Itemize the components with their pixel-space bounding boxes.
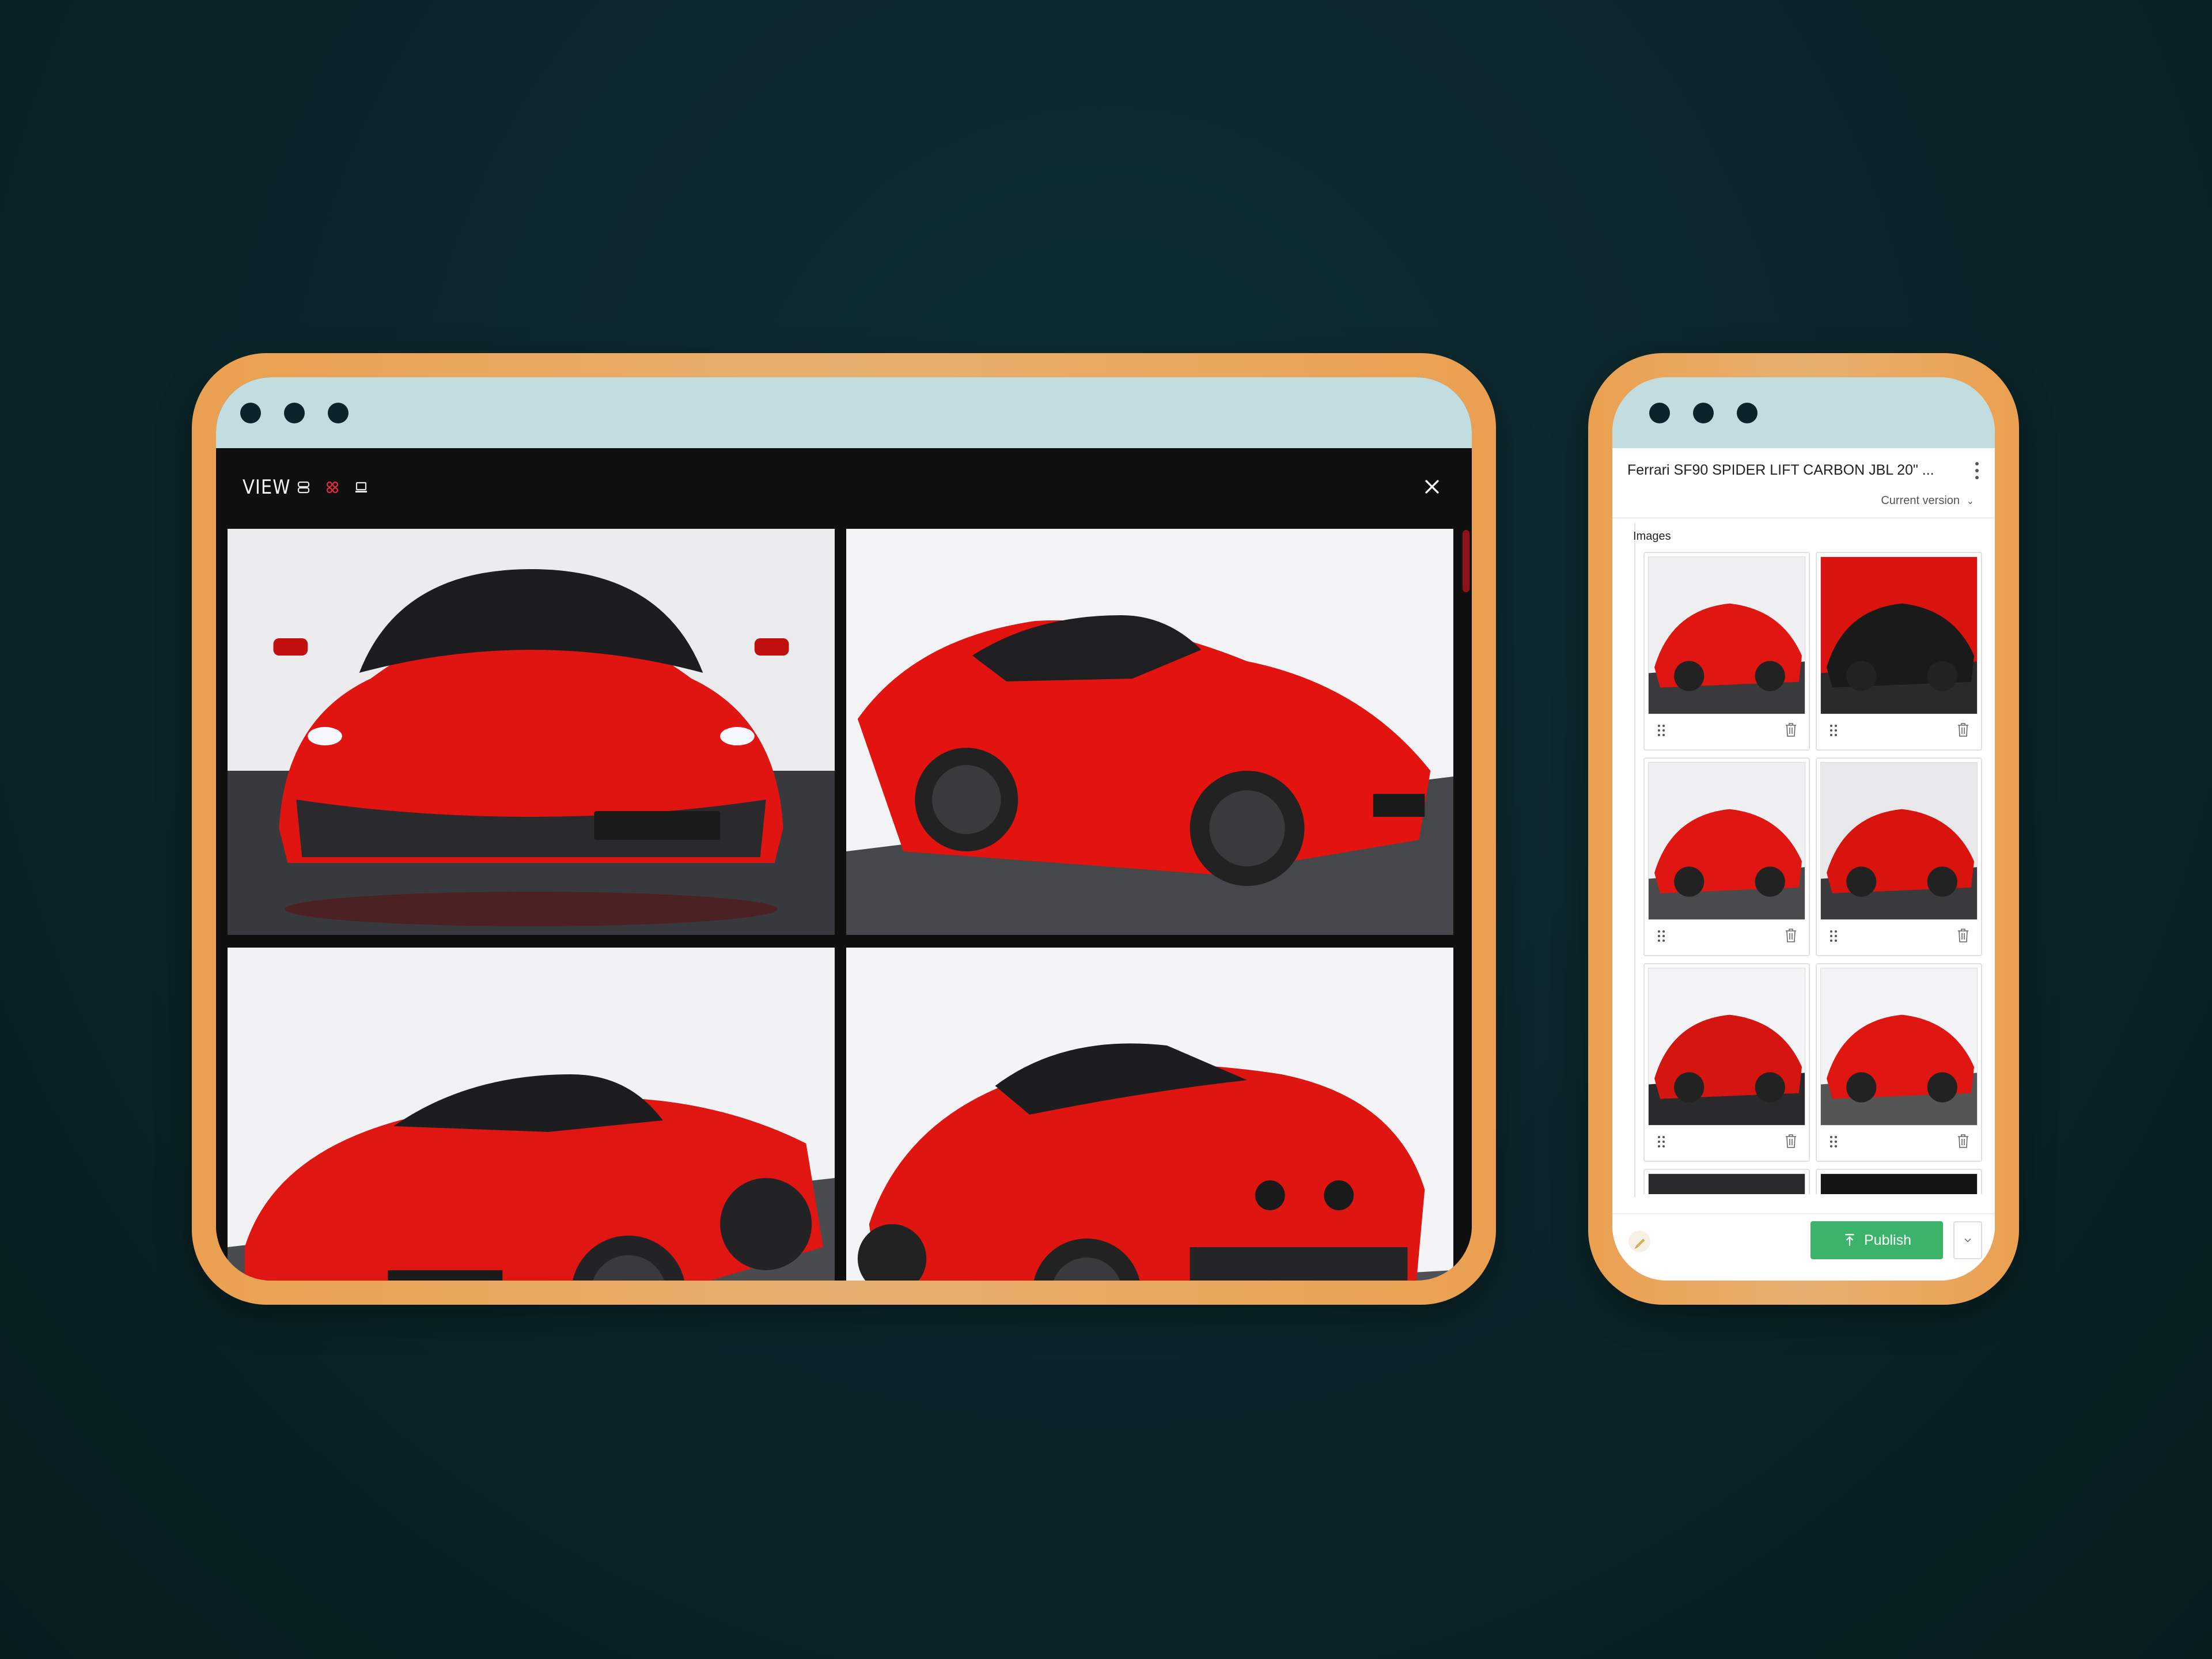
car-thumbnail xyxy=(1649,968,1805,1125)
images-field-label: Images xyxy=(1633,530,1671,543)
image-card[interactable] xyxy=(1816,1169,1982,1194)
drag-handle-icon[interactable] xyxy=(1657,1135,1665,1149)
image-card[interactable] xyxy=(1643,963,1810,1162)
image-card-footer xyxy=(1648,714,1805,744)
image-thumbnail[interactable] xyxy=(1820,968,1978,1126)
window-dot xyxy=(240,403,261,423)
image-card[interactable] xyxy=(1816,963,1982,1162)
divider xyxy=(1612,517,1995,518)
image-viewer: VIEW xyxy=(216,448,1472,1281)
viewer-header: VIEW xyxy=(216,448,1472,529)
image-card-grid xyxy=(1643,552,1982,1194)
image-card[interactable] xyxy=(1816,552,1982,751)
pencil-icon xyxy=(1634,1238,1645,1249)
window-dot xyxy=(1649,403,1670,423)
entry-editor: Ferrari SF90 SPIDER LIFT CARBON JBL 20" … xyxy=(1612,448,1995,1281)
window-titlebar xyxy=(1612,377,1995,448)
image-thumbnail[interactable] xyxy=(1648,968,1805,1126)
image-card[interactable] xyxy=(1816,757,1982,956)
trash-icon[interactable] xyxy=(1785,1134,1797,1149)
car-thumbnail xyxy=(1649,1174,1805,1194)
photo-tile[interactable] xyxy=(228,529,835,935)
window-titlebar xyxy=(216,377,1472,448)
drag-handle-icon[interactable] xyxy=(1657,929,1665,943)
image-card[interactable] xyxy=(1643,1169,1810,1194)
desktop-window-frame: VIEW xyxy=(192,353,1496,1305)
car-photo-rear xyxy=(846,948,1453,1281)
image-card-footer xyxy=(1820,920,1978,950)
trash-icon[interactable] xyxy=(1957,722,1969,737)
more-options-icon[interactable] xyxy=(1974,461,1980,480)
mobile-screen: Ferrari SF90 SPIDER LIFT CARBON JBL 20" … xyxy=(1612,377,1995,1281)
car-thumbnail xyxy=(1649,557,1805,714)
car-photo-side-right xyxy=(846,529,1453,935)
mobile-window-frame: Ferrari SF90 SPIDER LIFT CARBON JBL 20" … xyxy=(1588,353,2019,1305)
close-icon[interactable] xyxy=(1422,477,1442,497)
car-thumbnail xyxy=(1821,968,1977,1125)
version-label: Current version xyxy=(1881,494,1960,507)
photo-tile[interactable] xyxy=(228,948,835,1281)
window-dot xyxy=(284,403,305,423)
car-thumbnail xyxy=(1821,1174,1977,1194)
edit-status[interactable] xyxy=(1628,1230,1650,1252)
car-thumbnail xyxy=(1821,557,1977,714)
car-thumbnail xyxy=(1821,763,1977,919)
drag-handle-icon[interactable] xyxy=(1830,724,1838,737)
car-photo-side-left xyxy=(228,948,835,1281)
trash-icon[interactable] xyxy=(1785,928,1797,943)
image-card-footer xyxy=(1648,1126,1805,1156)
car-thumbnail xyxy=(1649,763,1805,919)
image-thumbnail[interactable] xyxy=(1648,1173,1805,1194)
image-card-footer xyxy=(1820,714,1978,744)
image-card-footer xyxy=(1820,1126,1978,1156)
publish-button[interactable]: Publish xyxy=(1810,1221,1943,1259)
editor-footer: Publish xyxy=(1612,1213,1995,1281)
entry-title: Ferrari SF90 SPIDER LIFT CARBON JBL 20" … xyxy=(1627,462,1934,478)
image-card[interactable] xyxy=(1643,757,1810,956)
image-card-footer xyxy=(1648,920,1805,950)
viewer-scrollbar[interactable] xyxy=(1463,530,1469,592)
grid-view-icon[interactable] xyxy=(325,480,339,494)
publish-options-button[interactable] xyxy=(1953,1221,1982,1259)
chevron-down-icon: ⌄ xyxy=(1966,497,1974,506)
trash-icon[interactable] xyxy=(1957,928,1969,943)
desktop-screen: VIEW xyxy=(216,377,1472,1281)
version-selector[interactable]: Current version ⌄ xyxy=(1881,494,1974,507)
photo-grid xyxy=(228,529,1453,1281)
image-card[interactable] xyxy=(1643,552,1810,751)
list-view-icon[interactable] xyxy=(297,480,310,494)
drag-handle-icon[interactable] xyxy=(1830,1135,1838,1149)
car-photo-front xyxy=(228,529,835,935)
viewer-title: VIEW xyxy=(243,476,291,499)
photo-tile[interactable] xyxy=(846,948,1453,1281)
image-thumbnail[interactable] xyxy=(1820,762,1978,920)
image-thumbnail[interactable] xyxy=(1648,762,1805,920)
image-thumbnail[interactable] xyxy=(1820,1173,1978,1194)
field-indent-line xyxy=(1634,523,1635,1197)
image-thumbnail[interactable] xyxy=(1648,556,1805,714)
publish-arrow-icon xyxy=(1845,1234,1854,1246)
photo-tile[interactable] xyxy=(846,529,1453,935)
single-view-icon[interactable] xyxy=(354,480,368,494)
publish-label: Publish xyxy=(1864,1232,1911,1248)
window-dot xyxy=(1737,403,1758,423)
image-thumbnail[interactable] xyxy=(1820,556,1978,714)
drag-handle-icon[interactable] xyxy=(1830,929,1838,943)
window-dot xyxy=(328,403,349,423)
chevron-down-icon xyxy=(1964,1238,1971,1243)
drag-handle-icon[interactable] xyxy=(1657,724,1665,737)
window-dot xyxy=(1693,403,1714,423)
trash-icon[interactable] xyxy=(1785,722,1797,737)
trash-icon[interactable] xyxy=(1957,1134,1969,1149)
